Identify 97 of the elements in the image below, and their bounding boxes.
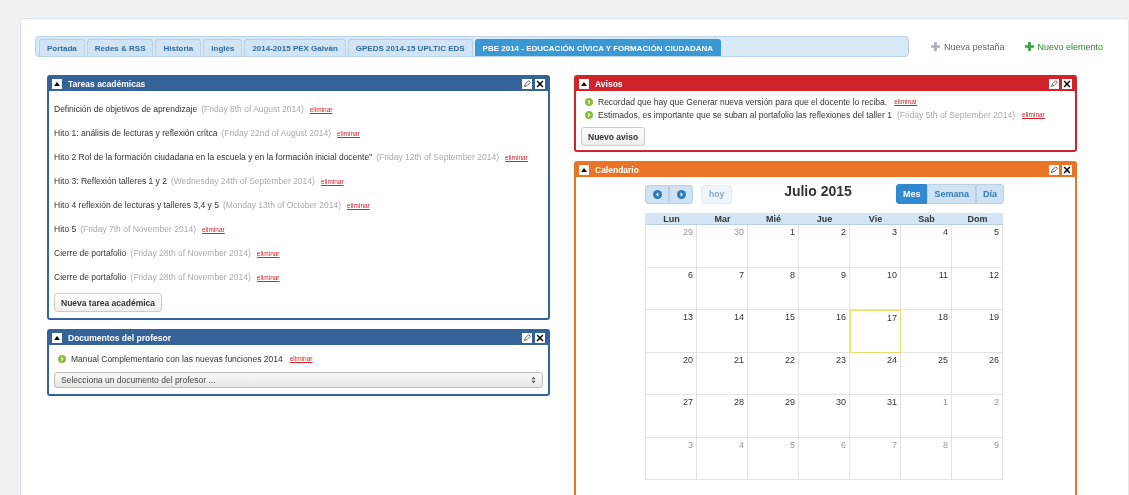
weekday-header: Dom [952,213,1003,225]
document-select[interactable]: Selecciona un documento del profesor ... [54,372,543,388]
day-cell[interactable]: 30 [799,395,850,438]
tab[interactable]: 2014-2015 PEX Galván [244,39,346,56]
day-cell[interactable]: 14 [697,310,748,353]
day-cell[interactable]: 19 [952,310,1003,353]
edit-icon[interactable] [1049,79,1059,89]
collapse-icon[interactable] [579,165,589,175]
day-cell[interactable]: 31 [850,395,901,438]
collapse-icon[interactable] [52,79,62,89]
day-cell[interactable]: 3 [850,225,901,268]
task-title: Hito 2 Rol de la formación ciudadana en la escuela y en la formación inicial docente" [54,152,373,162]
panel-title: Avisos [595,79,624,89]
tab[interactable]: Redes & RSS [86,39,154,56]
edit-icon[interactable] [1049,165,1059,175]
notice-text: Recordad que hay que Generar nueva versión para que el docente lo reciba. [598,96,888,107]
day-cell[interactable]: 16 [799,310,850,353]
tab[interactable]: Portada [39,39,85,56]
task-date: (Friday 28th of November 2014) [130,248,251,258]
day-cell[interactable]: 13 [646,310,697,353]
day-cell[interactable]: 20 [646,352,697,395]
weekday-header: Mar [697,213,748,225]
previous-month-button[interactable] [645,184,669,204]
month-title: Julio 2015 [784,183,853,199]
plus-icon [1024,42,1034,51]
day-cell[interactable]: 22 [748,352,799,395]
view-tab[interactable]: Semana [927,184,976,204]
task-date: (Friday 12th of September 2014) [376,152,500,162]
day-cell[interactable]: 21 [697,352,748,395]
view-tab[interactable]: Mes [895,184,928,204]
close-icon[interactable] [1062,165,1072,175]
day-cell[interactable]: 12 [952,267,1003,310]
day-cell[interactable]: 23 [799,352,850,395]
day-cell[interactable]: 29 [748,395,799,438]
task-title: Cierre de portafolio [54,248,127,258]
task-title: Hito 1: análisis de lecturas y reflexión crítca [54,128,218,138]
task-title: Hito 5 [54,224,77,234]
edit-icon[interactable] [522,333,532,343]
day-cell[interactable]: 9 [799,267,850,310]
task-title: Hito 3: Reflexión talleres 1 y 2 [54,176,167,186]
bullet-icon [585,110,593,119]
new-task-button[interactable]: Nueva tarea académica [54,293,163,312]
close-icon[interactable] [1062,79,1072,89]
day-cell[interactable]: 15 [748,310,799,353]
plus-icon [931,42,940,51]
panel-title: Documentos del profesor [68,333,172,343]
task-title: Hito 4 reflexión de lecturas y talleres 3,4 y 5 [54,200,219,210]
day-cell[interactable]: 5 [952,225,1003,268]
day-cell[interactable]: 4 [901,225,952,268]
day-cell[interactable]: 6 [646,267,697,310]
day-cell[interactable]: 17 [850,310,901,353]
weekday-header: Vie [850,213,901,225]
day-cell[interactable]: 28 [697,395,748,438]
close-icon[interactable] [535,333,545,343]
tab[interactable]: GPEDS 2014-15 UPLTIC EDS [347,39,473,56]
task-title: Definición de objetivos de aprendizaje [54,104,198,114]
day-cell[interactable]: 7 [697,267,748,310]
task-date: (Monday 13th of October 2014) [222,200,341,210]
day-cell[interactable]: 26 [952,352,1003,395]
day-cell[interactable]: 11 [901,267,952,310]
day-cell[interactable]: 2 [799,225,850,268]
task-date: (Friday 28th of November 2014) [130,272,251,282]
tab[interactable]: Inglés [203,39,243,56]
collapse-icon[interactable] [579,79,589,89]
day-cell[interactable]: 10 [850,267,901,310]
panel-title: Tareas académicas [68,79,147,89]
collapse-icon[interactable] [52,333,62,343]
day-cell[interactable]: 25 [901,352,952,395]
day-cell[interactable]: 24 [850,352,901,395]
day-cell[interactable]: 27 [646,395,697,438]
bullet-icon [58,354,66,363]
weekday-header: Jue [799,213,850,225]
task-date: (Friday 8th of August 2014) [201,104,304,114]
bullet-icon [585,97,593,106]
day-cell[interactable]: 1 [748,225,799,268]
document-link[interactable]: Manual Complementario con las nuevas funciones 2014 [71,353,283,364]
task-date: (Friday 22nd of August 2014) [221,128,332,138]
updown-arrows-icon [531,376,536,384]
weekday-header: Lun [646,213,697,225]
close-icon[interactable] [535,79,545,89]
view-tab[interactable]: Día [976,184,1004,204]
next-month-button[interactable] [669,184,693,204]
weekday-header: Sab [901,213,952,225]
new-link[interactable]: Nuevo elemento [1024,41,1104,52]
task-title: Cierre de portafolio [54,272,127,282]
notice-date: (Friday 5th of September 2014) [896,109,1015,120]
notice-text: Estimados, es importante que se suban al portafolio las reflexiones del taller 1 [598,109,892,120]
day-cell[interactable]: 18 [901,310,952,353]
new-notice-button[interactable]: Nuevo aviso [581,127,646,146]
weekday-header: Mié [748,213,799,225]
edit-icon[interactable] [522,79,532,89]
task-date: (Wednesday 24th of September 2014) [170,176,315,186]
new-link[interactable]: Nueva pestaña [931,41,1005,52]
day-cell[interactable]: 8 [748,267,799,310]
task-date: (Friday 7th of November 2014) [80,224,196,234]
tab[interactable]: Historia [155,39,202,56]
panel-title: Calendario [595,165,640,175]
